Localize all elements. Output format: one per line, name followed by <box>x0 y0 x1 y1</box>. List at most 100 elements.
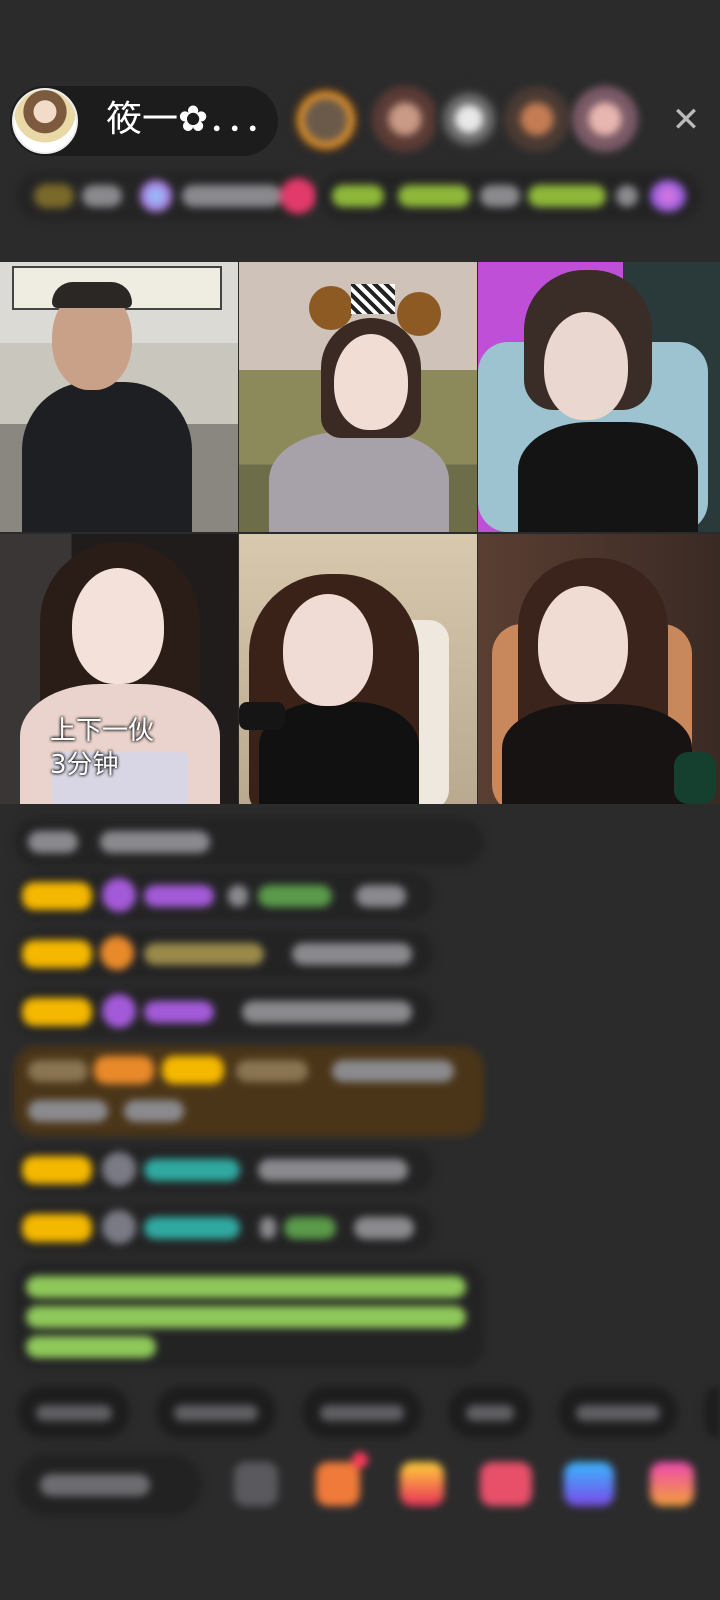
quick-reply-chip[interactable] <box>18 1386 130 1438</box>
gem-icon <box>102 878 136 912</box>
rank-text <box>82 185 122 207</box>
viewer-avatar-4[interactable] <box>504 86 570 152</box>
chat-text <box>124 1100 184 1122</box>
viewer-avatar-1[interactable] <box>292 86 360 154</box>
gift-box-icon[interactable] <box>400 1462 444 1506</box>
shop-icon[interactable] <box>316 1462 360 1506</box>
chat-text <box>26 1276 466 1298</box>
activity-text-2 <box>398 185 470 207</box>
viewer-avatar-2[interactable] <box>372 86 438 152</box>
host-name: 筱一✿．．． <box>106 99 281 140</box>
chat-username[interactable] <box>144 943 264 965</box>
person-body <box>502 704 692 804</box>
chat-text <box>258 1159 408 1181</box>
chat-text <box>260 1217 276 1239</box>
person-face <box>72 568 164 684</box>
close-icon[interactable]: ✕ <box>666 100 706 140</box>
comment-input[interactable] <box>16 1454 202 1516</box>
activity-text-3 <box>480 185 520 207</box>
activity-bar[interactable] <box>320 172 700 220</box>
chat-notice <box>14 818 484 866</box>
decor-logo-icon <box>674 752 716 804</box>
level-badge <box>162 1056 224 1084</box>
chat-username[interactable] <box>144 1001 214 1023</box>
rank-bar[interactable] <box>16 172 316 220</box>
host-avatar[interactable] <box>12 88 78 154</box>
chat-text <box>26 1336 156 1358</box>
video-tile-2[interactable] <box>239 262 477 532</box>
bear-ear-right <box>397 292 441 336</box>
avatar <box>102 1152 136 1186</box>
interact-icon[interactable] <box>564 1462 614 1506</box>
avatar <box>102 1210 136 1244</box>
chat-username[interactable] <box>144 1159 240 1181</box>
hour-rank-text <box>182 185 282 207</box>
rank-badge-icon <box>34 184 74 208</box>
person-face <box>538 586 628 702</box>
activity-text-4 <box>528 185 606 207</box>
chat-username[interactable] <box>144 885 214 907</box>
level-badge <box>22 1214 92 1242</box>
chat-message <box>14 930 434 978</box>
bow <box>351 284 395 314</box>
chat-message <box>14 1204 434 1252</box>
activity-text-1 <box>332 185 384 207</box>
level-badge <box>22 1156 92 1184</box>
chat-text <box>354 1217 414 1239</box>
emoji-icon[interactable] <box>234 1462 278 1506</box>
microphone <box>239 702 285 730</box>
person-hair <box>52 282 132 308</box>
viewer-avatar-5[interactable] <box>572 86 638 152</box>
quick-reply-chip[interactable] <box>558 1386 678 1438</box>
hour-rank-icon <box>140 180 172 212</box>
person-face <box>334 334 408 430</box>
chat-message <box>14 872 434 920</box>
level-badge <box>22 882 92 910</box>
chat-system-message <box>14 1262 484 1368</box>
notification-dot <box>352 1452 368 1468</box>
level-badge <box>22 940 92 968</box>
chat-username[interactable] <box>284 1217 336 1239</box>
fans-club-icon[interactable] <box>280 178 316 214</box>
video-tile-6[interactable] <box>478 534 720 804</box>
quick-reply-chip[interactable] <box>704 1386 720 1438</box>
video-tile-5[interactable] <box>239 534 477 804</box>
chat-text <box>228 885 248 907</box>
person-body <box>22 382 192 532</box>
video-tile-3[interactable] <box>478 262 720 532</box>
host-capsule[interactable]: 筱一✿．．． <box>10 86 281 156</box>
activity-text-5 <box>616 185 638 207</box>
chat-text <box>292 943 412 965</box>
activity-icon[interactable] <box>650 180 686 212</box>
gift-icon <box>100 936 134 970</box>
comment-placeholder <box>40 1474 150 1496</box>
chat-text <box>28 1060 88 1082</box>
chat-highlight-message <box>14 1046 484 1136</box>
chat-text <box>26 1306 466 1328</box>
bear-ear-left <box>309 286 353 330</box>
chat-text <box>242 1001 412 1023</box>
chat-message <box>14 1146 434 1194</box>
level-badge <box>94 1056 154 1084</box>
chat-message <box>14 988 434 1036</box>
chat-username[interactable] <box>236 1060 308 1082</box>
quick-reply-chip[interactable] <box>302 1386 422 1438</box>
gem-icon <box>102 994 136 1028</box>
quick-reply-chip[interactable] <box>156 1386 276 1438</box>
tile-1-caption: 上下一伙 3分钟 <box>50 714 154 782</box>
quick-reply-chip[interactable] <box>448 1386 532 1438</box>
video-tile-1[interactable] <box>0 262 238 532</box>
viewer-avatar-3[interactable] <box>436 86 502 152</box>
more-icon[interactable] <box>650 1462 694 1506</box>
level-badge <box>22 998 92 1026</box>
caption-line-2: 3分钟 <box>50 750 119 780</box>
caption-line-1: 上下一伙 <box>50 716 155 746</box>
chat-text <box>28 831 78 853</box>
chat-username[interactable] <box>258 885 332 907</box>
chat-text <box>356 885 406 907</box>
person-body <box>518 422 698 532</box>
person-face <box>283 594 373 706</box>
chat-username[interactable] <box>144 1217 240 1239</box>
link-icon[interactable] <box>480 1462 532 1506</box>
video-grid: 上下一伙 3分钟 <box>0 262 720 804</box>
